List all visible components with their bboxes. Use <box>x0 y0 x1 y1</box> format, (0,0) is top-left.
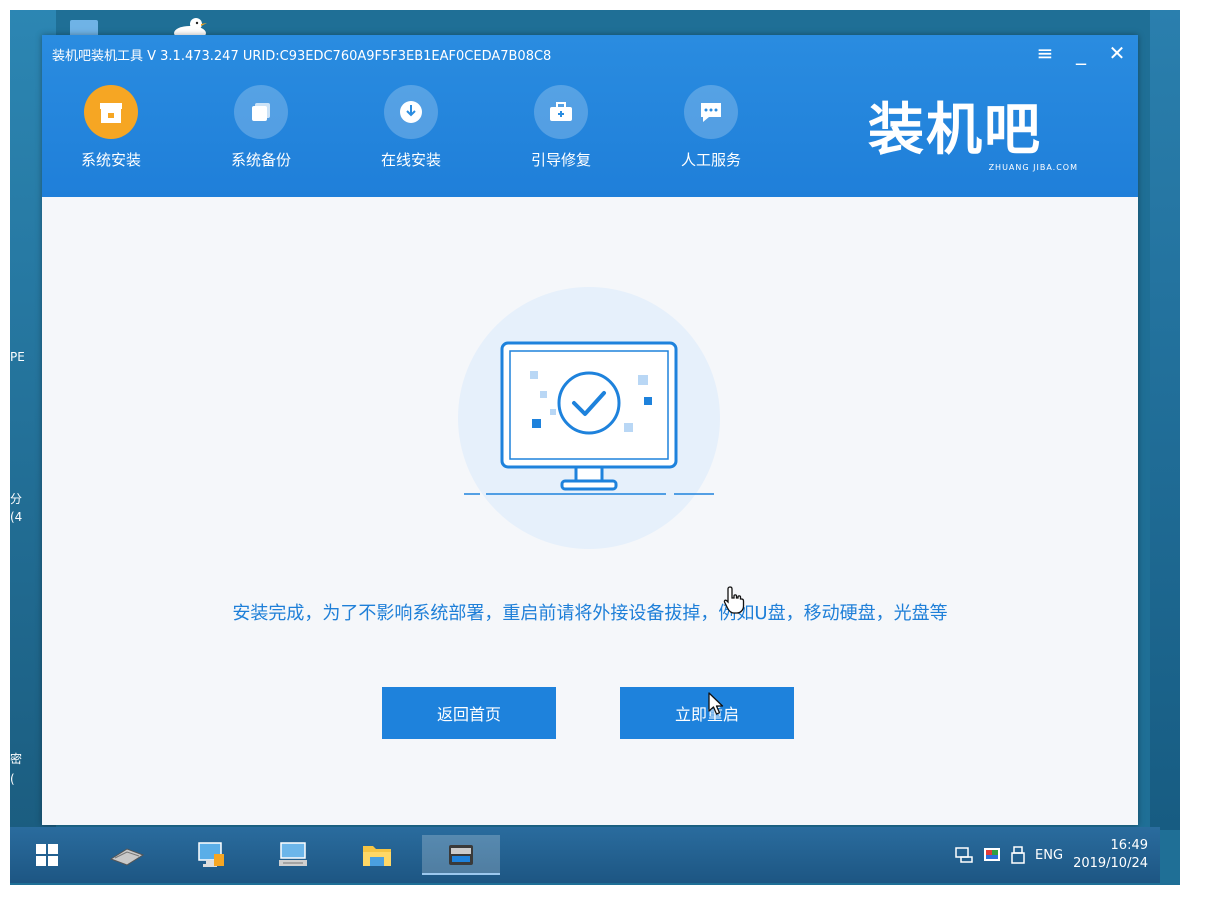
tab-boot-repair[interactable]: 引导修复 <box>522 85 600 170</box>
arrow-cursor-icon <box>708 692 724 715</box>
taskbar-zhuangjiba[interactable] <box>422 835 500 875</box>
disk-tool-icon <box>109 848 145 866</box>
taskbar: ENG 16:49 2019/10/24 <box>10 827 1160 883</box>
taskbar-network[interactable] <box>270 835 316 875</box>
install-complete-message: 安装完成，为了不影响系统部署，重启前请将外接设备拔掉，例如U盘，移动硬盘，光盘等 <box>232 603 948 624</box>
nav-label: 系统安装 <box>80 151 141 169</box>
desktop-right-strip <box>1150 10 1180 830</box>
main-content: 安装完成，为了不影响系统部署，重启前请将外接设备拔掉，例如U盘，移动硬盘，光盘等… <box>42 197 1138 825</box>
brand-logo: 装机吧 ZHUANG JIBA.COM <box>868 85 1078 175</box>
usb-icon[interactable] <box>1011 846 1025 864</box>
language-indicator[interactable]: ENG <box>1035 848 1063 863</box>
close-icon[interactable]: ✕ <box>1108 41 1126 65</box>
desktop-label: PE <box>10 350 25 364</box>
minimize-icon[interactable]: _ <box>1072 41 1090 65</box>
taskbar-disk-tool[interactable] <box>104 835 150 875</box>
network-status-icon[interactable] <box>955 847 973 863</box>
taskbar-explorer[interactable] <box>354 835 400 875</box>
tab-online-install[interactable]: 在线安装 <box>372 85 450 170</box>
start-button[interactable] <box>24 835 70 875</box>
brand-main: 装机吧 <box>868 97 1042 163</box>
chat-icon <box>701 103 721 122</box>
main-nav: 系统安装 系统备份 在线安装 引导修复 人工服务 <box>72 85 750 170</box>
backup-icon <box>252 103 270 121</box>
system-tray: ENG 16:49 2019/10/24 <box>955 835 1148 875</box>
repair-icon <box>550 102 572 121</box>
nav-label: 引导修复 <box>530 151 591 169</box>
network-icon <box>279 842 307 866</box>
nav-label: 系统备份 <box>230 151 291 169</box>
taskbar-computer[interactable] <box>188 835 234 875</box>
clock-time: 16:49 <box>1110 838 1148 853</box>
clock-date: 2019/10/24 <box>1073 856 1148 871</box>
computer-icon <box>198 842 224 867</box>
desktop-label: ( <box>10 772 15 786</box>
download-icon <box>400 101 422 123</box>
success-illustration <box>458 287 720 549</box>
menu-icon[interactable]: ≡ <box>1036 41 1054 65</box>
folder-icon <box>363 846 391 866</box>
clock[interactable]: 16:49 2019/10/24 <box>1073 837 1148 873</box>
desktop-label: 密 <box>10 752 23 766</box>
install-icon <box>100 103 122 123</box>
tab-system-install[interactable]: 系统安装 <box>72 85 150 170</box>
monitor-check-icon <box>464 341 714 495</box>
back-home-button[interactable]: 返回首页 <box>382 687 556 739</box>
display-icon[interactable] <box>983 847 1001 863</box>
hand-cursor-icon <box>723 586 745 614</box>
desktop-label: 分 <box>10 492 23 506</box>
brand-sub: ZHUANG JIBA.COM <box>988 163 1078 172</box>
tab-system-backup[interactable]: 系统备份 <box>222 85 300 170</box>
desktop-label: (4 <box>10 510 23 524</box>
window-title: 装机吧装机工具 V 3.1.473.247 URID:C93EDC760A9F5… <box>52 49 552 64</box>
tab-manual-service[interactable]: 人工服务 <box>672 85 750 170</box>
nav-label: 在线安装 <box>380 151 441 169</box>
nav-label: 人工服务 <box>680 151 741 169</box>
zhuangjiba-app-icon <box>449 845 473 865</box>
app-window: 装机吧装机工具 V 3.1.473.247 URID:C93EDC760A9F5… <box>42 35 1138 825</box>
title-bar: 装机吧装机工具 V 3.1.473.247 URID:C93EDC760A9F5… <box>42 35 1138 197</box>
windows-icon <box>36 844 58 866</box>
